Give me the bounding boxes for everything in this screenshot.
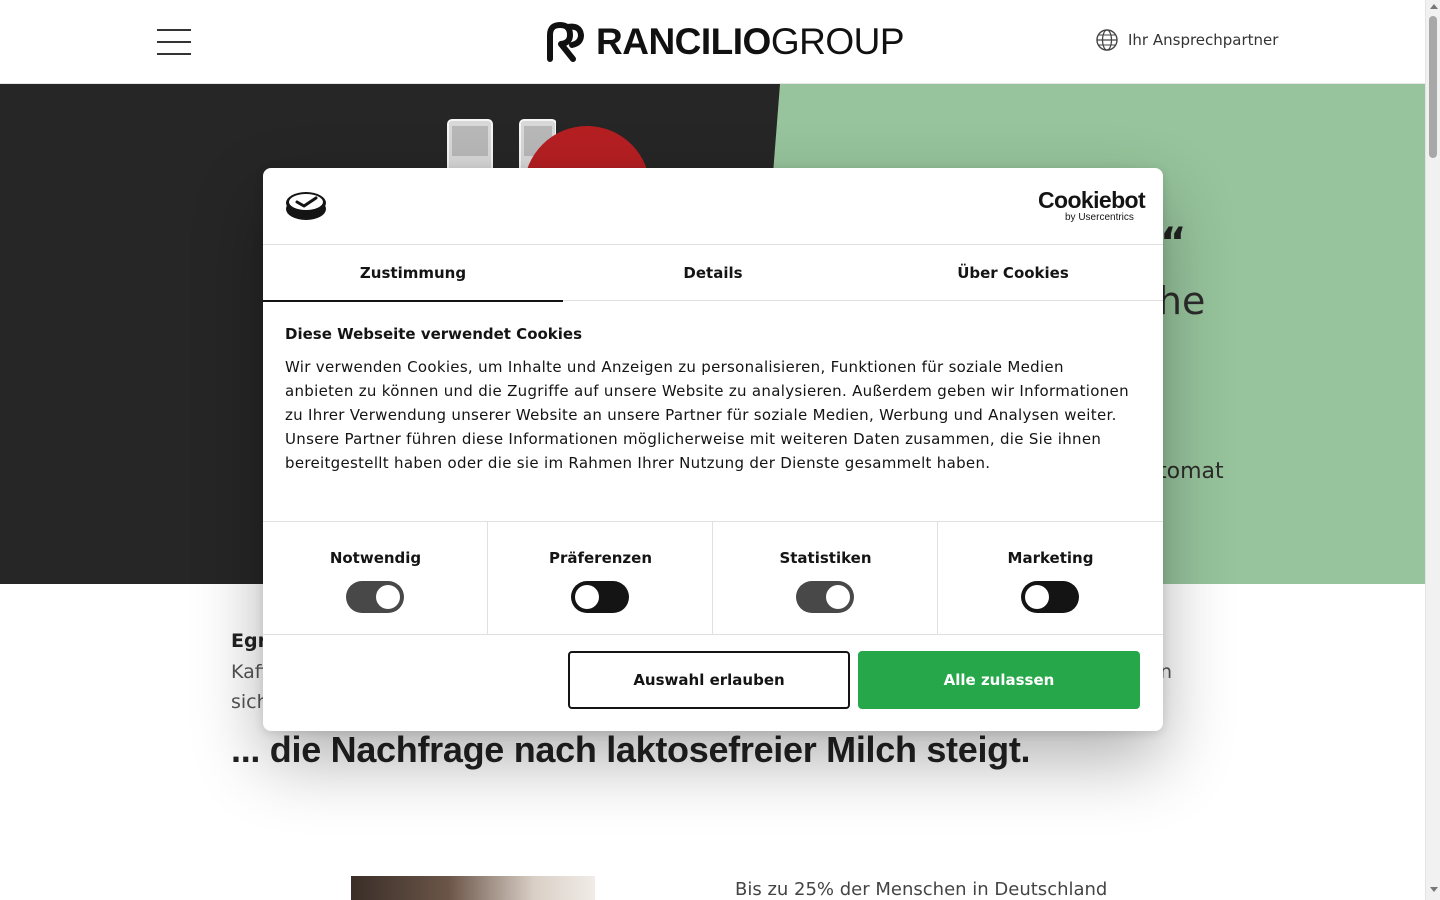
menu-line [157,41,191,43]
toggle-knob [376,585,400,609]
toggle-label-praeferenzen: Präferenzen [548,549,653,567]
portrait-image [351,876,595,900]
hamburger-menu-icon[interactable] [157,28,191,56]
toggle-cell-notwendig: Notwendig [263,522,488,635]
cookiebot-logo[interactable]: Cookiebot by Usercentrics [1038,187,1146,224]
dialog-body-text: Wir verwenden Cookies, um Inhalte und An… [285,358,1129,472]
rancilio-group-logo[interactable]: RANCILIO GROUP [544,20,905,64]
dialog-title: Diese Webseite verwendet Cookies [285,325,583,343]
scrollbar-thumb[interactable] [1429,16,1437,158]
toggle-notwendig[interactable] [346,581,404,613]
cookiebot-brand: Cookiebot [1038,187,1146,213]
toggle-knob [826,585,850,609]
toggle-statistiken[interactable] [796,581,854,613]
rancilio-logo-mark-icon [547,22,585,62]
site-header: RANCILIO GROUP Ihr Ansprechpartner [0,0,1425,84]
scroll-down-arrow-icon[interactable] [1430,887,1438,892]
statistic-text: Bis zu 25% der Menschen in Deutschland [735,879,1108,900]
toggle-knob [1025,585,1049,609]
scroll-up-arrow-icon[interactable] [1430,4,1438,9]
section-headline: ... die Nachfrage nach laktosefreier Mil… [231,729,1031,770]
tab-ueber-cookies[interactable]: Über Cookies [863,245,1163,301]
tab-zustimmung[interactable]: Zustimmung [263,245,563,302]
toggle-label-statistiken: Statistiken [779,549,872,567]
consent-toggles: Notwendig Präferenzen Statistiken Market… [263,521,1163,635]
contact-label: Ihr Ansprechpartner [1128,31,1279,49]
cookie-icon [286,192,326,220]
globe-icon [1096,29,1118,51]
toggle-cell-marketing: Marketing [938,522,1163,635]
toggle-label-marketing: Marketing [1007,549,1094,567]
toggle-cell-praeferenzen: Präferenzen [488,522,713,635]
menu-line [157,53,191,55]
tab-details[interactable]: Details [563,245,863,301]
cookiebot-brand-sub: by Usercentrics [1065,212,1134,223]
page-scrollbar[interactable] [1425,0,1440,900]
dialog-tabs: Zustimmung Details Über Cookies [263,245,1163,302]
toggle-praeferenzen[interactable] [571,581,629,613]
dialog-header: Cookiebot by Usercentrics [263,168,1163,245]
intro-bold-fragment: Egr [231,630,267,652]
hero-caption-fragment: tomat [1158,459,1224,484]
toggle-label-notwendig: Notwendig [329,549,422,567]
allow-all-button[interactable]: Alle zulassen [858,651,1140,709]
menu-line [157,29,191,31]
logo-text-light: GROUP [770,21,905,62]
cookie-consent-dialog: Cookiebot by Usercentrics Zustimmung Det… [263,168,1163,731]
allow-selection-button[interactable]: Auswahl erlauben [568,651,850,709]
toggle-knob [575,585,599,609]
toggle-cell-statistiken: Statistiken [713,522,938,635]
toggle-marketing[interactable] [1021,581,1079,613]
logo-text-bold: RANCILIO [596,21,771,62]
contact-person-link[interactable]: Ihr Ansprechpartner [1095,28,1278,52]
